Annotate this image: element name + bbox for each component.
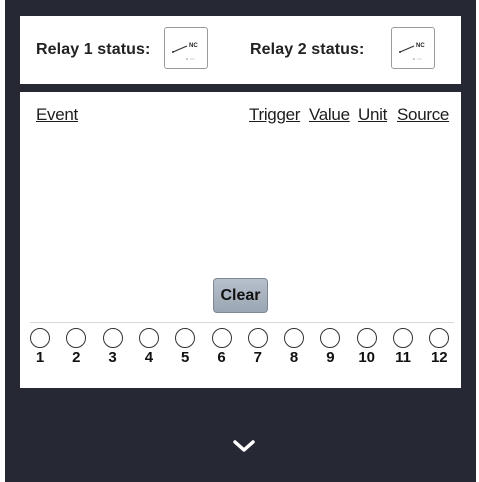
chevron-down-icon[interactable] bbox=[231, 437, 257, 455]
indicator-label: 11 bbox=[395, 349, 411, 366]
indicator-4: 4 bbox=[134, 328, 164, 367]
column-header-value[interactable]: Value bbox=[309, 105, 350, 125]
indicator-label: 10 bbox=[358, 349, 376, 366]
indicator-label: 3 bbox=[108, 349, 117, 366]
indicator-8: 8 bbox=[279, 328, 309, 367]
indicator-label: 6 bbox=[217, 349, 226, 366]
relay-switch-icon: NC bbox=[172, 43, 198, 60]
clear-button[interactable]: Clear bbox=[213, 278, 268, 313]
column-header-event[interactable]: Event bbox=[36, 105, 78, 125]
indicator-label: 7 bbox=[253, 349, 262, 366]
indicator-circle bbox=[320, 328, 341, 348]
indicator-circle bbox=[175, 328, 196, 348]
indicator-6: 6 bbox=[207, 328, 237, 367]
relay-status-panel: Relay 1 status: NC Relay 2 status: NC bbox=[20, 16, 461, 84]
indicator-circle bbox=[284, 328, 305, 348]
indicator-circle bbox=[356, 328, 377, 348]
relay-2-state-button[interactable]: NC bbox=[391, 27, 435, 69]
indicator-3: 3 bbox=[98, 328, 128, 367]
divider bbox=[30, 322, 454, 323]
indicator-10: 10 bbox=[352, 328, 382, 367]
indicator-label: 8 bbox=[289, 349, 299, 366]
relay-1-state: NC bbox=[189, 43, 198, 49]
indicator-circle bbox=[393, 328, 413, 348]
relay-switch-icon: NC bbox=[399, 43, 425, 60]
indicator-circle bbox=[247, 328, 268, 348]
column-header-trigger[interactable]: Trigger bbox=[249, 105, 300, 125]
indicator-1: 1 bbox=[25, 328, 55, 367]
column-header-unit[interactable]: Unit bbox=[358, 105, 387, 125]
relay-1-state-button[interactable]: NC bbox=[164, 27, 208, 69]
relay-2-label: Relay 2 status: bbox=[250, 41, 365, 58]
indicator-7: 7 bbox=[243, 328, 273, 367]
indicator-circle bbox=[102, 328, 123, 348]
indicator-circle bbox=[211, 328, 232, 348]
indicator-label: 1 bbox=[35, 349, 45, 366]
indicator-label: 4 bbox=[144, 349, 154, 366]
indicator-label: 12 bbox=[430, 349, 448, 366]
indicator-11: 11 bbox=[388, 328, 418, 367]
indicator-12: 12 bbox=[424, 328, 454, 367]
relay-2-state: NC bbox=[416, 43, 425, 49]
indicator-label: 2 bbox=[72, 349, 81, 366]
indicator-2: 2 bbox=[61, 328, 91, 367]
indicator-9: 9 bbox=[315, 328, 345, 367]
indicator-label: 5 bbox=[181, 349, 190, 366]
event-log-panel: Event Trigger Value Unit Source Clear 12… bbox=[20, 92, 461, 388]
indicator-5: 5 bbox=[170, 328, 200, 367]
indicator-circle bbox=[138, 328, 159, 348]
indicator-circle bbox=[30, 328, 50, 348]
column-header-source[interactable]: Source bbox=[397, 105, 449, 125]
indicator-label: 9 bbox=[326, 349, 335, 366]
indicator-circle bbox=[66, 328, 87, 348]
relay-1-label: Relay 1 status: bbox=[36, 41, 151, 58]
indicator-circle bbox=[429, 328, 450, 348]
